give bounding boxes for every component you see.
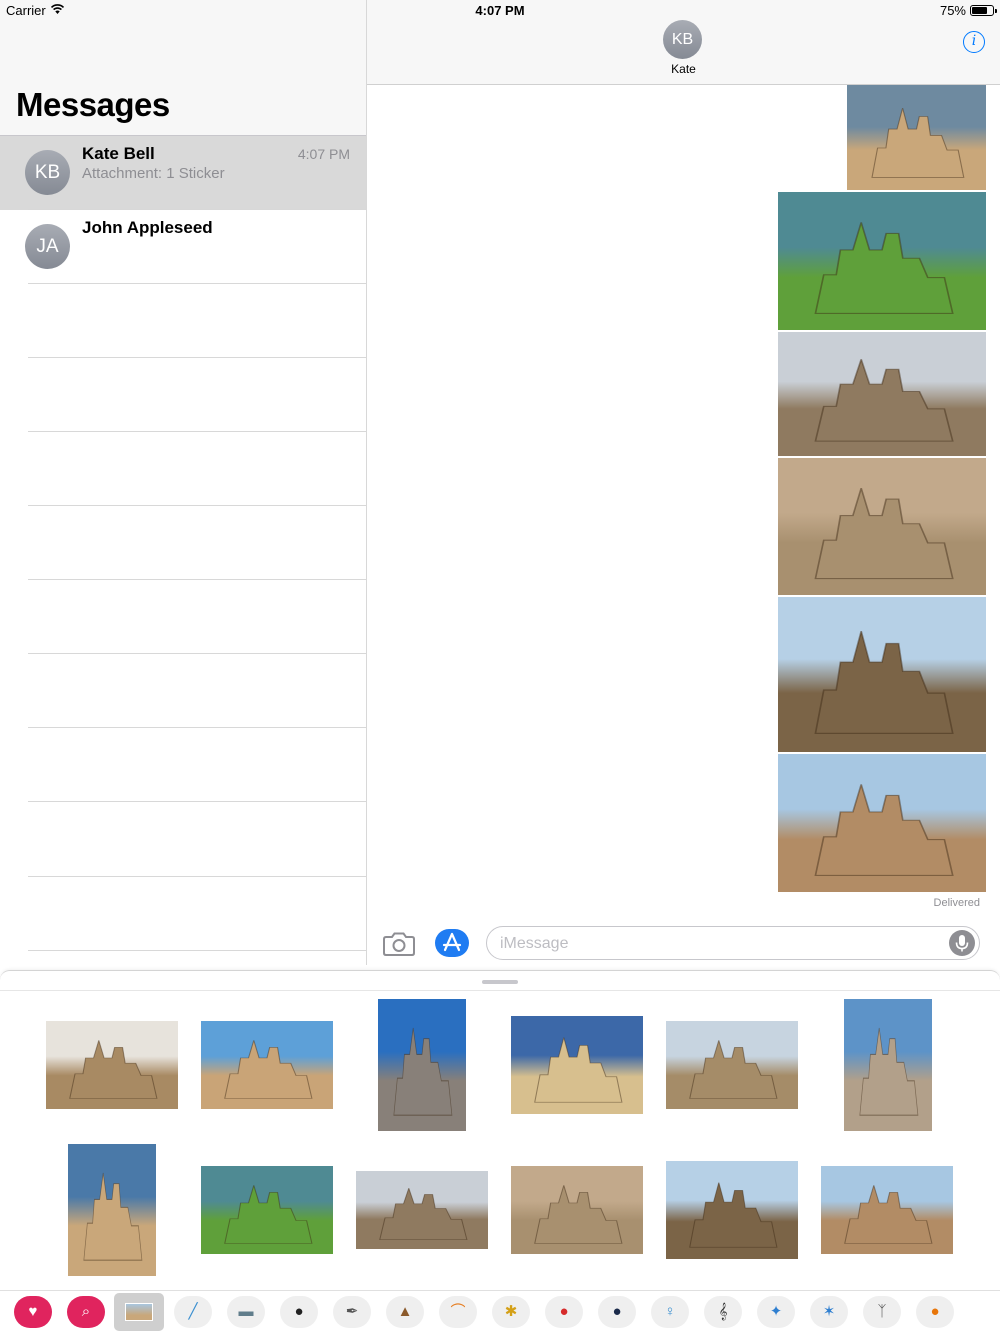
dancer-icon[interactable]: ✦ <box>757 1296 795 1328</box>
avatar: JA <box>25 224 70 269</box>
treble-clef-icon[interactable]: 𝄞 <box>704 1296 742 1328</box>
rainbow-icon[interactable]: ⌒ <box>439 1296 477 1328</box>
photo-icon[interactable]: ▬ <box>227 1296 265 1328</box>
stick-figure-icon[interactable]: ✶ <box>810 1296 848 1328</box>
page-title: Messages <box>16 86 170 123</box>
search-images-app-icon[interactable]: ⌕ <box>67 1296 105 1328</box>
bottle-icon[interactable]: ╱ <box>174 1296 212 1328</box>
contact-name[interactable]: Kate <box>367 62 1000 76</box>
ladybug-icon[interactable]: ● <box>545 1296 583 1328</box>
drawer-grabber[interactable] <box>482 980 518 984</box>
list-divider <box>28 801 366 802</box>
pumpkin-icon[interactable]: ● <box>916 1296 954 1328</box>
conversation-preview: Attachment: 1 Sticker <box>82 165 225 182</box>
status-bar: Carrier 4:07 PM 75% <box>0 0 1000 22</box>
compose-bar: iMessage <box>367 920 1000 968</box>
globe-icon[interactable]: ● <box>598 1296 636 1328</box>
conversation-name: John Appleseed <box>82 218 213 237</box>
message-input[interactable]: iMessage <box>486 926 980 960</box>
list-divider <box>28 431 366 432</box>
battery-icon <box>970 5 997 16</box>
heart-app-icon[interactable]: ♥ <box>14 1296 52 1328</box>
info-icon[interactable]: i <box>963 31 985 53</box>
list-divider <box>28 653 366 654</box>
sticker-fairy-castle[interactable] <box>844 999 932 1131</box>
conversation-time: 4:07 PM <box>297 146 350 162</box>
camera-icon[interactable] <box>383 931 415 961</box>
sticker-palace-sandcastle[interactable] <box>201 1021 333 1109</box>
sticker-pyramid-sandcastle[interactable] <box>511 1016 643 1114</box>
list-divider <box>28 876 366 877</box>
delivery-status: Delivered <box>933 897 980 909</box>
list-divider <box>28 505 366 506</box>
list-divider <box>28 357 366 358</box>
sticker-overcast-castle[interactable] <box>356 1171 488 1249</box>
avatar: KB <box>25 150 70 195</box>
list-divider <box>28 727 366 728</box>
sandcastle-silver-turrets[interactable] <box>778 458 986 595</box>
feather-icon[interactable]: ✒ <box>333 1296 371 1328</box>
sticker-spiky-sandcastle[interactable] <box>46 1021 178 1109</box>
balloon-icon[interactable]: ♀ <box>651 1296 689 1328</box>
sandcastle-overcast-beach[interactable] <box>778 332 986 456</box>
contact-avatar[interactable]: KB <box>663 20 702 59</box>
list-divider <box>28 950 366 951</box>
sticker-cathedral-spire[interactable] <box>378 999 466 1131</box>
sandcastle-app-icon[interactable] <box>114 1293 164 1331</box>
conversation-item-john-appleseed[interactable]: JA John Appleseed <box>0 210 366 284</box>
sticker-silver-turrets[interactable] <box>511 1166 643 1254</box>
sandcastle-tall-tower[interactable] <box>778 597 986 752</box>
sandcastle-lakeside-grass[interactable] <box>778 192 986 330</box>
conversation-list-pane: Messages KB Kate Bell Attachment: 1 Stic… <box>0 0 367 965</box>
bee-icon[interactable]: ✱ <box>492 1296 530 1328</box>
figure-skater-icon[interactable]: ᛉ <box>863 1296 901 1328</box>
sticker-mound-sandcastle[interactable] <box>666 1021 798 1109</box>
conversation-name: Kate Bell <box>82 144 155 163</box>
microphone-icon[interactable] <box>949 930 975 956</box>
drawer-divider <box>0 990 1000 991</box>
status-time: 4:07 PM <box>475 3 525 18</box>
sandcastle-beach-shore[interactable] <box>778 754 986 892</box>
poop-icon[interactable]: ▲ <box>386 1296 424 1328</box>
list-divider <box>28 579 366 580</box>
sandcastle-tower-closeup[interactable] <box>847 85 986 190</box>
sticker-beach-shore[interactable] <box>821 1166 953 1254</box>
battery-percentage: 75% <box>939 3 966 18</box>
sticker-tower-closeup[interactable] <box>68 1144 156 1276</box>
app-store-icon[interactable] <box>435 929 469 957</box>
sticker-lakeside-castle[interactable] <box>201 1166 333 1254</box>
sticker-tall-tower[interactable] <box>666 1161 798 1259</box>
imessage-app-bar: ♥ ⌕ ╱ ▬ ● ✒ ▲ ⌒ ✱ ● ● ♀ 𝄞 ✦ ✶ ᛉ ● <box>0 1290 1000 1334</box>
list-divider <box>28 283 366 284</box>
bowler-hat-icon[interactable]: ● <box>280 1296 318 1328</box>
message-input-placeholder: iMessage <box>500 935 569 952</box>
conversation-item-kate-bell[interactable]: KB Kate Bell Attachment: 1 Sticker 4:07 … <box>0 136 366 210</box>
